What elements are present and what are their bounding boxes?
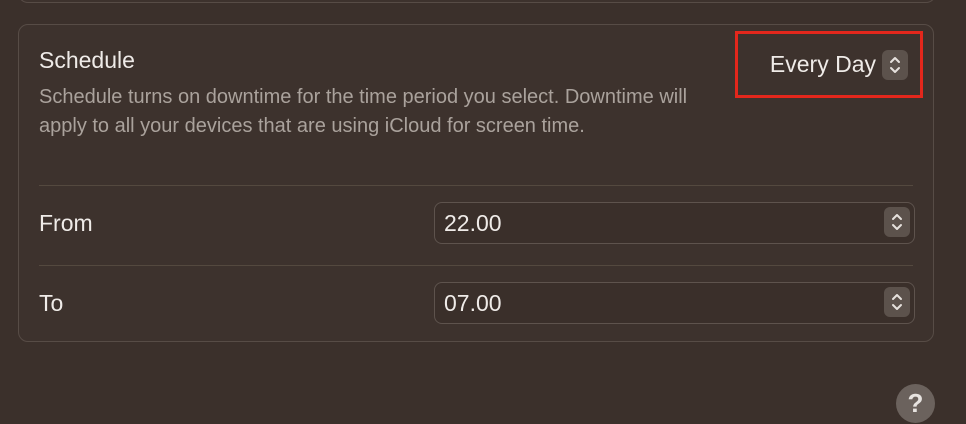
from-label: From <box>39 210 93 236</box>
up-down-chevron-icon[interactable] <box>882 49 908 80</box>
schedule-frequency-select[interactable]: Every Day <box>735 31 923 98</box>
schedule-description: Schedule turns on downtime for the time … <box>39 86 688 137</box>
to-label: To <box>39 290 64 316</box>
help-button[interactable]: ? <box>896 384 935 423</box>
question-mark-icon: ? <box>907 388 924 418</box>
previous-panel-edge <box>18 0 936 3</box>
divider <box>39 265 913 266</box>
up-down-chevron-icon[interactable] <box>884 207 910 237</box>
to-time-field[interactable]: 07.00 <box>434 282 915 324</box>
up-down-chevron-icon[interactable] <box>884 287 910 317</box>
schedule-frequency-value: Every Day <box>769 51 876 77</box>
from-time-field[interactable]: 22.00 <box>434 202 915 244</box>
schedule-title: Schedule <box>39 47 135 73</box>
schedule-panel: Schedule Schedule turns on downtime for … <box>18 24 934 342</box>
divider <box>39 185 913 186</box>
from-time-value[interactable]: 22.00 <box>444 210 502 237</box>
to-time-value[interactable]: 07.00 <box>444 290 502 317</box>
